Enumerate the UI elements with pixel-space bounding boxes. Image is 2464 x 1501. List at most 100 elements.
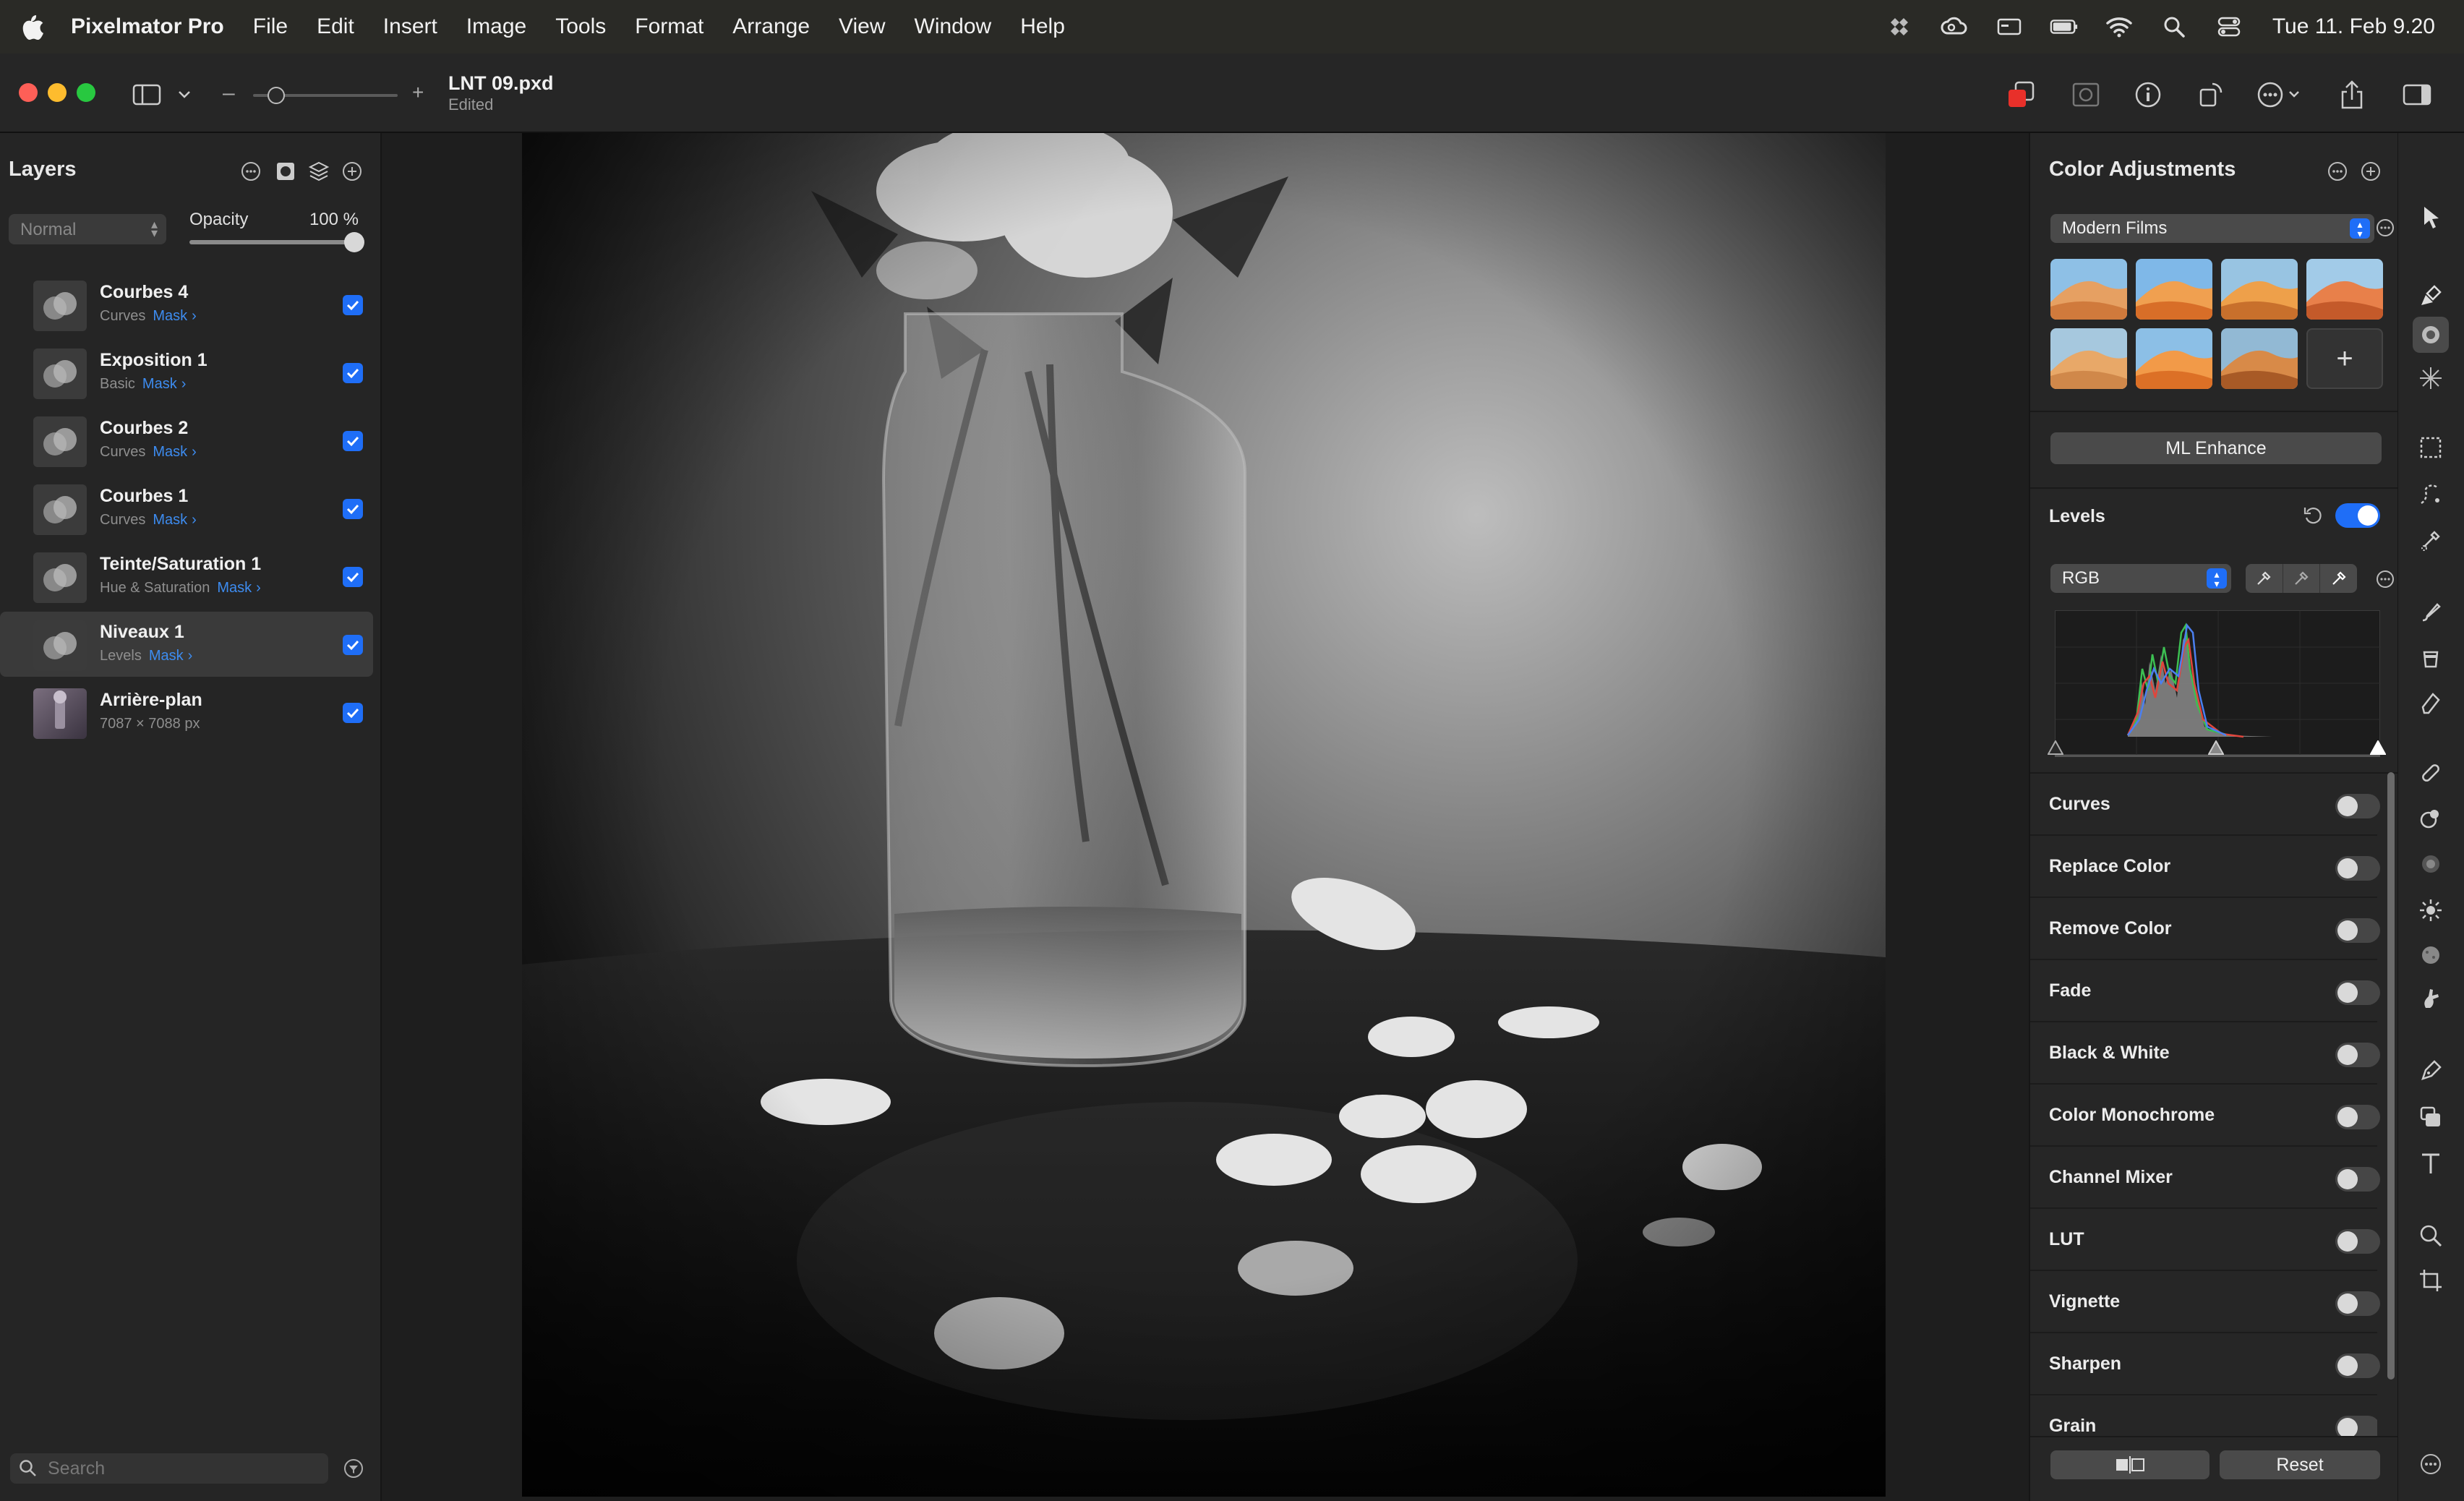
- pen-tool-icon[interactable]: [2413, 1053, 2449, 1089]
- layer-row[interactable]: Courbes 4 Curves Mask ›: [0, 272, 373, 337]
- color-selection-icon[interactable]: [2413, 522, 2449, 558]
- effects-tool-icon[interactable]: [2413, 360, 2449, 396]
- black-point-eyedropper-icon[interactable]: [2246, 564, 2283, 593]
- layer-visibility-checkbox[interactable]: [343, 635, 363, 655]
- adjustment-row-remove-color[interactable]: Remove Color: [2030, 898, 2380, 960]
- gray-point-eyedropper-icon[interactable]: [2283, 564, 2321, 593]
- layers-stack-icon[interactable]: [307, 159, 331, 184]
- adjustment-toggle[interactable]: [2335, 1167, 2380, 1192]
- creative-cloud-icon[interactable]: [1940, 12, 1969, 41]
- lighten-tool-icon[interactable]: [2413, 892, 2449, 928]
- layer-visibility-checkbox[interactable]: [343, 703, 363, 723]
- levels-channel-select[interactable]: RGB ▴ ▾: [2050, 564, 2231, 593]
- preset-thumbnail[interactable]: [2050, 259, 2127, 320]
- adjustments-scrollbar[interactable]: [2387, 772, 2395, 1380]
- adjustment-toggle[interactable]: [2335, 1354, 2380, 1378]
- adjustment-row-channel-mixer[interactable]: Channel Mixer: [2030, 1147, 2380, 1209]
- inspector-toggle-icon[interactable]: [2402, 80, 2432, 110]
- adjustment-toggle[interactable]: [2335, 1291, 2380, 1316]
- chevron-right-icon[interactable]: ›: [188, 648, 193, 664]
- layer-visibility-checkbox[interactable]: [343, 499, 363, 519]
- blend-mode-select[interactable]: Normal ▴ ▾: [9, 214, 166, 244]
- paint-bucket-icon[interactable]: [2413, 639, 2449, 675]
- opacity-slider-knob[interactable]: [344, 232, 364, 252]
- layer-visibility-checkbox[interactable]: [343, 295, 363, 315]
- preset-thumbnail[interactable]: [2050, 328, 2127, 389]
- reset-button[interactable]: Reset: [2220, 1450, 2380, 1479]
- adjustments-options-icon[interactable]: [2325, 159, 2350, 184]
- adjustment-row-lut[interactable]: LUT: [2030, 1209, 2380, 1271]
- menu-help[interactable]: Help: [1020, 14, 1065, 39]
- adjustment-toggle[interactable]: [2335, 1105, 2380, 1129]
- adjustment-row-color-monochrome[interactable]: Color Monochrome: [2030, 1085, 2380, 1147]
- crop-tool-icon[interactable]: [2413, 1262, 2449, 1299]
- preset-thumbnail[interactable]: [2136, 259, 2212, 320]
- minimize-window-button[interactable]: [48, 83, 67, 102]
- wifi-icon[interactable]: [2105, 12, 2134, 41]
- add-layer-icon[interactable]: [340, 159, 364, 184]
- layer-mask-link[interactable]: Mask: [142, 376, 177, 392]
- layer-mask-link[interactable]: Mask: [153, 512, 187, 528]
- smudge-tool-icon[interactable]: [2413, 980, 2449, 1017]
- black-point-handle[interactable]: [2048, 740, 2063, 755]
- layer-visibility-checkbox[interactable]: [343, 363, 363, 383]
- layer-row[interactable]: Arrière-plan 7087 × 7088 px: [0, 680, 373, 745]
- levels-toggle[interactable]: [2335, 503, 2380, 528]
- opacity-value[interactable]: 100 %: [309, 210, 359, 230]
- preset-thumbnail[interactable]: [2221, 259, 2298, 320]
- more-tools-icon[interactable]: [2413, 1446, 2449, 1482]
- levels-options-icon[interactable]: [2373, 567, 2397, 591]
- adjustment-row-replace-color[interactable]: Replace Color: [2030, 836, 2380, 898]
- quick-selection-icon[interactable]: [2413, 476, 2449, 512]
- layer-mask-link[interactable]: Mask: [153, 444, 187, 460]
- adjustment-toggle[interactable]: [2335, 1229, 2380, 1254]
- color-adjust-tool-icon[interactable]: [2413, 317, 2449, 353]
- layer-row[interactable]: Courbes 1 Curves Mask ›: [0, 476, 373, 541]
- adjustment-toggle[interactable]: [2335, 1416, 2377, 1436]
- rectangular-selection-icon[interactable]: [2413, 429, 2449, 466]
- card-icon[interactable]: [1995, 12, 2024, 41]
- menu-window[interactable]: Window: [915, 14, 992, 39]
- adjustment-toggle[interactable]: [2335, 980, 2380, 1005]
- preset-thumbnail[interactable]: [2221, 328, 2298, 389]
- menu-tools[interactable]: Tools: [555, 14, 606, 39]
- chevron-right-icon[interactable]: ›: [181, 376, 187, 392]
- menu-file[interactable]: File: [253, 14, 288, 39]
- color-adjustments-toolbar-icon[interactable]: [2006, 80, 2036, 110]
- apple-icon[interactable]: [19, 12, 45, 41]
- compare-button[interactable]: [2050, 1450, 2210, 1479]
- layer-row[interactable]: Teinte/Saturation 1 Hue & Saturation Mask…: [0, 544, 373, 609]
- layer-visibility-checkbox[interactable]: [343, 567, 363, 587]
- paint-brush-icon[interactable]: [2413, 594, 2449, 630]
- adjustment-row-curves[interactable]: Curves: [2030, 774, 2380, 836]
- adjustment-row-fade[interactable]: Fade: [2030, 960, 2380, 1022]
- adjustment-toggle[interactable]: [2335, 856, 2380, 881]
- opacity-slider[interactable]: [189, 240, 360, 244]
- info-icon[interactable]: [2133, 80, 2163, 110]
- menu-edit[interactable]: Edit: [317, 14, 354, 39]
- type-tool-icon[interactable]: [2413, 1145, 2449, 1181]
- zoom-slider-knob[interactable]: [268, 87, 285, 104]
- menu-image[interactable]: Image: [466, 14, 526, 39]
- chevron-down-icon[interactable]: [174, 80, 195, 110]
- chevron-right-icon[interactable]: ›: [192, 512, 197, 528]
- menu-insert[interactable]: Insert: [383, 14, 437, 39]
- style-tool-icon[interactable]: [2413, 278, 2449, 314]
- layer-mask-link[interactable]: Mask: [149, 648, 184, 664]
- preset-options-icon[interactable]: [2373, 215, 2397, 240]
- puzzle-icon[interactable]: [1885, 12, 1914, 41]
- add-adjustment-icon[interactable]: [2358, 159, 2383, 184]
- zoom-in-label[interactable]: +: [412, 81, 424, 104]
- chevron-right-icon[interactable]: ›: [192, 308, 197, 324]
- sidebar-toggle-icon[interactable]: [132, 80, 162, 110]
- control-center-icon[interactable]: [2215, 12, 2243, 41]
- preset-thumbnail[interactable]: [2136, 328, 2212, 389]
- adjustment-row-vignette[interactable]: Vignette: [2030, 1271, 2380, 1333]
- repair-tool-icon[interactable]: [2413, 755, 2449, 791]
- menu-arrange[interactable]: Arrange: [732, 14, 810, 39]
- midtone-handle[interactable]: [2208, 740, 2224, 755]
- sharpen-tool-icon[interactable]: [2413, 846, 2449, 882]
- menu-format[interactable]: Format: [635, 14, 703, 39]
- layers-options-icon[interactable]: [239, 159, 263, 184]
- preset-thumbnail[interactable]: [2306, 259, 2383, 320]
